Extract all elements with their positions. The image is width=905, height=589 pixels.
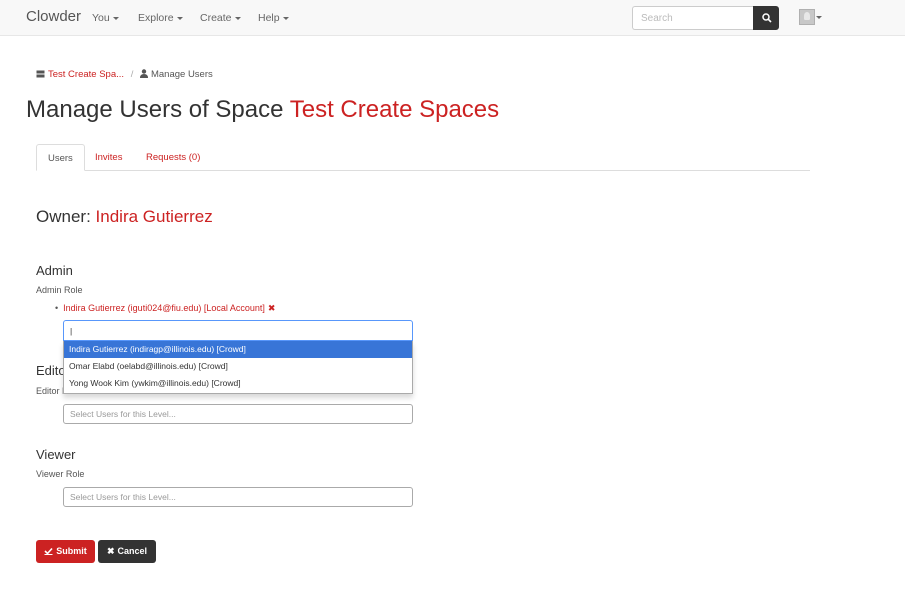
menu-create-label: Create [200, 12, 232, 24]
page-title-space[interactable]: Test Create Spaces [290, 96, 499, 123]
tab-users[interactable]: Users [36, 144, 85, 171]
viewer-title: Viewer [36, 447, 76, 462]
viewer-role-label: Viewer Role [36, 469, 85, 479]
caret-down-icon [234, 16, 241, 20]
admin-select-input[interactable] [63, 320, 413, 341]
search-button[interactable] [753, 6, 779, 30]
menu-explore-label: Explore [138, 12, 174, 24]
brand-logo[interactable]: Clowder [26, 8, 81, 25]
menu-you[interactable]: You [92, 12, 119, 24]
viewer-select-input[interactable] [63, 487, 413, 507]
admin-role-label: Admin Role [36, 285, 83, 295]
page-title: Manage Users of Space Test Create Spaces [26, 96, 499, 124]
dropdown-option[interactable]: Yong Wook Kim (ywkim@illinois.edu) [Crow… [64, 375, 412, 392]
search-input[interactable] [632, 6, 753, 30]
list-item: • Indira Gutierrez (iguti024@fiu.edu) [Lo… [55, 303, 275, 314]
submit-label: Submit [56, 546, 87, 556]
breadcrumb-separator: / [130, 69, 134, 80]
breadcrumb-current: Manage Users [139, 69, 213, 80]
cancel-label: Cancel [117, 546, 148, 556]
editor-select-input[interactable] [63, 404, 413, 424]
owner-name[interactable]: Indira Gutierrez [96, 207, 213, 226]
bullet: • [55, 303, 59, 313]
menu-explore[interactable]: Explore [138, 12, 183, 24]
dropdown-option[interactable]: Indira Gutierrez (indiragp@illinois.edu)… [64, 341, 412, 358]
navbar: Clowder You Explore Create Help [0, 0, 905, 36]
menu-help-label: Help [258, 12, 280, 24]
close-icon: ✖ [106, 546, 115, 556]
dropdown-option[interactable]: Omar Elabd (oelabd@illinois.edu) [Crowd] [64, 358, 412, 375]
owner-label: Owner: [36, 207, 91, 226]
admin-title: Admin [36, 263, 73, 278]
hdd-icon [36, 70, 45, 78]
menu-you-label: You [92, 12, 110, 24]
owner-heading: Owner: Indira Gutierrez [36, 207, 213, 227]
breadcrumb-space-label: Test Create Spa... [48, 69, 125, 80]
breadcrumb-current-label: Manage Users [150, 69, 213, 80]
breadcrumb-space[interactable]: Test Create Spa... [36, 69, 127, 80]
submit-button[interactable]: Submit [36, 540, 95, 563]
breadcrumb: Test Create Spa... / Manage Users [36, 69, 213, 80]
caret-down-icon [282, 16, 289, 20]
user-icon [139, 69, 148, 78]
menu-create[interactable]: Create [200, 12, 241, 24]
caret-down-icon [112, 16, 119, 20]
search-icon [762, 13, 772, 23]
admin-user-name[interactable]: Indira Gutierrez (iguti024@fiu.edu) [Loc… [63, 303, 265, 313]
tab-requests[interactable]: Requests (0) [135, 144, 211, 171]
caret-down-icon[interactable] [816, 16, 822, 19]
menu-help[interactable]: Help [258, 12, 289, 24]
tab-invites[interactable]: Invites [84, 144, 133, 171]
admin-user-dropdown: Indira Gutierrez (indiragp@illinois.edu)… [63, 341, 413, 394]
avatar[interactable] [799, 9, 815, 25]
remove-icon[interactable]: ✖ [268, 303, 276, 313]
tabs: Users Invites Requests (0) [36, 144, 810, 171]
page-title-prefix: Manage Users of Space [26, 96, 284, 123]
check-icon [44, 547, 53, 555]
caret-down-icon [176, 16, 183, 20]
cancel-button[interactable]: ✖ Cancel [98, 540, 156, 563]
